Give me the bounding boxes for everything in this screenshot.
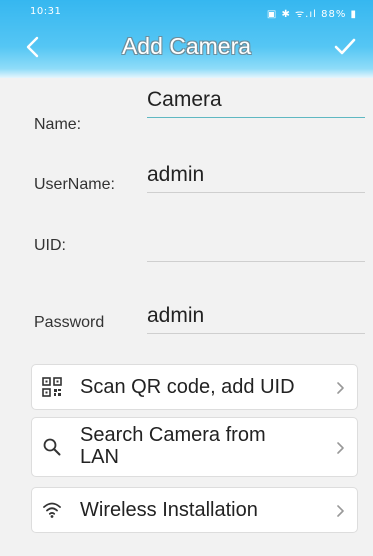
wifi-icon	[43, 502, 61, 518]
search-lan-label: Search Camera from LAN	[80, 424, 266, 468]
page-title: Add Camera	[121, 33, 252, 59]
search-lan-button[interactable]: Search Camera from LAN	[31, 417, 358, 477]
search-icon	[43, 438, 61, 456]
wireless-installation-button[interactable]: Wireless Installation	[31, 487, 358, 533]
chevron-right-icon	[337, 382, 344, 394]
status-bar: 10:31 ▣ ✱ ᯤ.ıl 88% ▮	[0, 0, 373, 24]
chevron-right-icon	[337, 505, 344, 517]
username-input[interactable]	[147, 159, 365, 193]
chevron-right-icon	[337, 442, 344, 454]
scan-qr-button[interactable]: Scan QR code, add UID	[31, 364, 358, 410]
app-header: 10:31 ▣ ✱ ᯤ.ıl 88% ▮ Add Camera	[0, 0, 373, 78]
username-label: UserName:	[34, 176, 115, 193]
uid-input[interactable]	[147, 228, 365, 262]
wireless-installation-label: Wireless Installation	[80, 499, 258, 521]
qr-code-icon	[42, 377, 62, 397]
uid-label: UID:	[34, 237, 66, 254]
checkmark-icon	[334, 38, 356, 55]
scan-qr-label: Scan QR code, add UID	[80, 376, 295, 398]
name-label: Name:	[34, 116, 82, 133]
name-input[interactable]	[147, 84, 365, 118]
password-label: Password	[34, 314, 105, 331]
password-input[interactable]	[147, 300, 365, 334]
confirm-button[interactable]	[333, 36, 357, 58]
status-indicators: ▣ ✱ ᯤ.ıl 88% ▮	[266, 9, 357, 20]
status-time: 10:31	[30, 6, 62, 17]
